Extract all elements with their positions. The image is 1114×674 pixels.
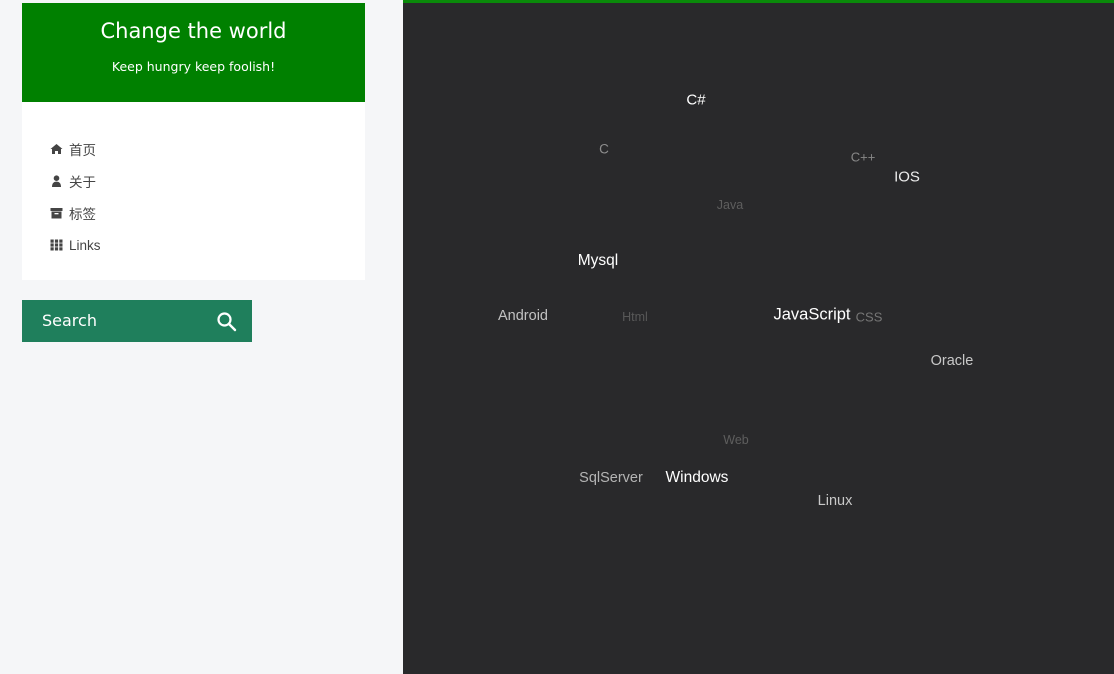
home-icon — [50, 143, 63, 155]
tag-mysql[interactable]: Mysql — [578, 252, 618, 270]
search-button[interactable]: Search — [22, 300, 252, 342]
site-subtitle: Keep hungry keep foolish! — [111, 59, 276, 74]
nav-item-label: 首页 — [69, 143, 96, 158]
tag-sqlserver[interactable]: SqlServer — [579, 470, 643, 486]
nav-item-label: 关于 — [69, 175, 96, 190]
nav-item-label: 标签 — [69, 207, 96, 222]
tag-android[interactable]: Android — [498, 308, 548, 324]
nav-item-home[interactable]: 首页 — [50, 139, 96, 159]
nav-item-label: Links — [69, 237, 101, 253]
tag-javascript[interactable]: JavaScript — [773, 306, 850, 325]
nav-item-links[interactable]: Links — [50, 235, 101, 255]
site-title: Change the world — [100, 19, 287, 43]
sidebar: Change the world Keep hungry keep foolis… — [0, 0, 403, 674]
tag-csharp[interactable]: C# — [686, 92, 705, 109]
tag-html[interactable]: Html — [622, 310, 648, 324]
tag-java[interactable]: Java — [717, 198, 743, 212]
tag-windows[interactable]: Windows — [666, 469, 729, 487]
nav-menu: 首页 关于 标签 Links — [22, 102, 365, 280]
tag-oracle[interactable]: Oracle — [931, 353, 974, 369]
archive-icon — [50, 207, 63, 219]
search-button-label: Search — [42, 311, 97, 330]
user-icon — [50, 175, 63, 187]
tag-linux[interactable]: Linux — [818, 493, 853, 509]
tag-ios[interactable]: IOS — [894, 169, 920, 186]
tag-css[interactable]: CSS — [856, 310, 883, 325]
grid-icon — [50, 239, 63, 251]
search-icon — [216, 311, 237, 332]
tag-web[interactable]: Web — [723, 433, 748, 447]
site-header: Change the world Keep hungry keep foolis… — [22, 3, 365, 102]
tag-cpp[interactable]: C++ — [851, 150, 876, 165]
nav-item-tags[interactable]: 标签 — [50, 203, 96, 223]
tag-cloud: C# C C++ IOS Java Mysql Android Html Jav… — [403, 3, 1114, 674]
tag-c[interactable]: C — [599, 142, 609, 157]
nav-item-about[interactable]: 关于 — [50, 171, 96, 191]
